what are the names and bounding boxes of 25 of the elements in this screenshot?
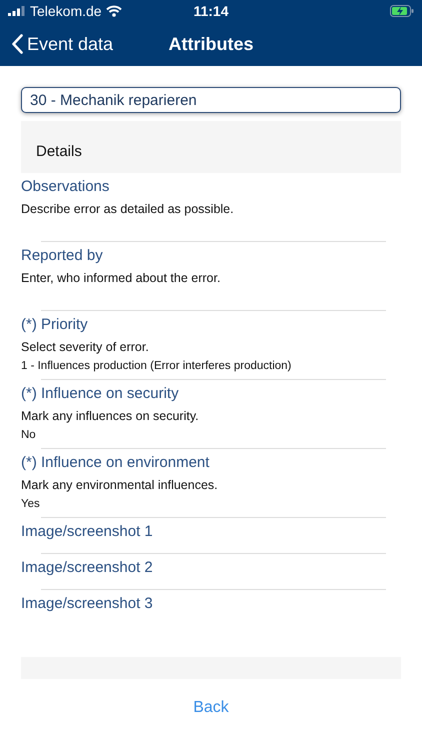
field-label: (*) Priority (21, 315, 89, 335)
field-hint: Select severity of error. (21, 339, 150, 356)
field-hint: Mark any influences on security. (21, 408, 200, 425)
field-hint: Mark any environmental influences. (21, 477, 219, 494)
clock-time: 11:14 (193, 3, 229, 19)
field-hint: Describe error as detailed as possible. (21, 201, 235, 218)
field-label: Reported by (21, 246, 104, 266)
field-label: (*) Influence on security (21, 384, 180, 404)
field-hint: Enter, who informed about the error. (21, 270, 222, 287)
signal-icon (8, 6, 26, 16)
event-input-field[interactable]: 30 - Mechanik reparieren (21, 87, 401, 113)
chevron-left-icon (12, 34, 23, 54)
screen-title: Attributes (168, 34, 254, 54)
wifi-icon (106, 5, 122, 17)
field-label: Image/screenshot 1 (21, 522, 154, 542)
field-label: (*) Influence on environment (21, 453, 210, 473)
section-title: Details (36, 142, 82, 160)
carrier-name: Telekom.de (30, 3, 102, 19)
select-value[interactable]: Yes (21, 495, 401, 513)
field-label: Observations (21, 177, 110, 197)
field-label: Image/screenshot 2 (21, 558, 154, 578)
select-value[interactable]: No (21, 426, 401, 444)
select-value[interactable]: 1 - Influences production (Error interferes production) (21, 357, 401, 375)
back-button[interactable]: Event data (0, 34, 114, 54)
field-label: Image/screenshot 3 (21, 594, 154, 614)
